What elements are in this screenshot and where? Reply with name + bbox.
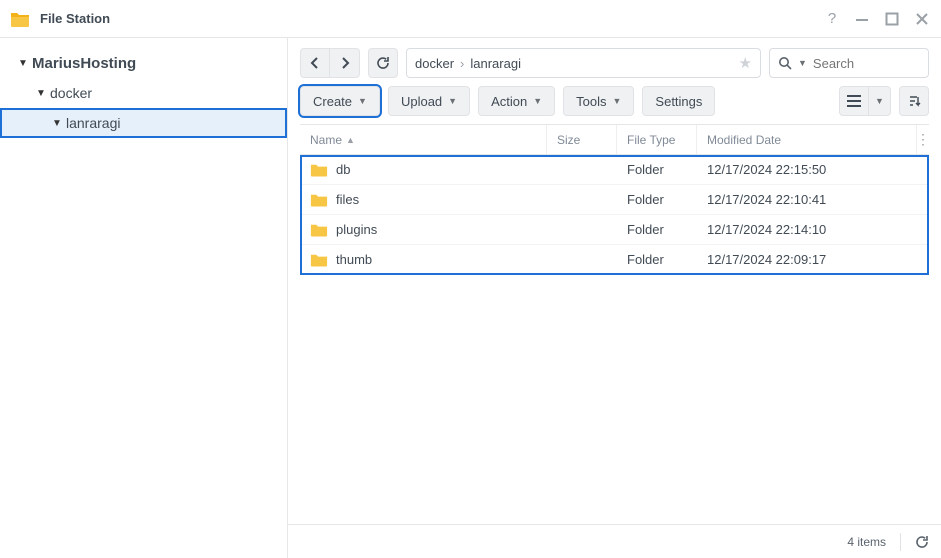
chevron-down-icon: ▼ bbox=[448, 96, 457, 106]
settings-button[interactable]: Settings bbox=[642, 86, 715, 116]
statusbar: 4 items bbox=[288, 524, 941, 558]
tree-label: lanraragi bbox=[66, 115, 120, 131]
app-title: File Station bbox=[40, 11, 823, 26]
column-menu-icon[interactable]: ⋮ bbox=[917, 131, 929, 148]
button-label: Upload bbox=[401, 94, 442, 109]
content: ▼ MariusHosting ▼ docker ▼ lanraragi doc… bbox=[0, 38, 941, 558]
tree-root-mariushosting[interactable]: ▼ MariusHosting bbox=[0, 48, 287, 78]
file-type: Folder bbox=[617, 162, 697, 177]
breadcrumb: docker › lanraragi ★ bbox=[406, 48, 761, 78]
action-button[interactable]: Action ▼ bbox=[478, 86, 555, 116]
column-label: Modified Date bbox=[707, 133, 781, 147]
table-row[interactable]: db Folder 12/17/2024 22:15:50 bbox=[300, 155, 929, 185]
chevron-down-icon[interactable]: ▼ bbox=[798, 58, 807, 68]
tree-label: docker bbox=[50, 85, 92, 101]
tree-item-docker[interactable]: ▼ docker bbox=[0, 78, 287, 108]
table-body: db Folder 12/17/2024 22:15:50 files Fold… bbox=[300, 155, 929, 275]
maximize-icon[interactable] bbox=[883, 10, 901, 28]
close-icon[interactable] bbox=[913, 10, 931, 28]
table-header: Name ▲ Size File Type Modified Date ⋮ bbox=[300, 125, 929, 155]
button-label: Settings bbox=[655, 94, 702, 109]
folder-icon bbox=[310, 163, 328, 177]
table-row[interactable]: thumb Folder 12/17/2024 22:09:17 bbox=[300, 245, 929, 275]
item-count: 4 items bbox=[847, 535, 886, 549]
column-name[interactable]: Name ▲ bbox=[300, 125, 547, 154]
chevron-down-icon: ▼ bbox=[358, 96, 367, 106]
chevron-down-icon: ▼ bbox=[613, 96, 622, 106]
file-modified: 12/17/2024 22:14:10 bbox=[697, 222, 917, 237]
file-name: thumb bbox=[336, 252, 372, 267]
main-panel: docker › lanraragi ★ ▼ Create ▼ Upload ▼ A… bbox=[288, 38, 941, 558]
column-label: Name bbox=[310, 133, 342, 147]
refresh-button[interactable] bbox=[368, 48, 398, 78]
help-icon[interactable]: ? bbox=[823, 10, 841, 28]
file-type: Folder bbox=[617, 252, 697, 267]
file-type: Folder bbox=[617, 192, 697, 207]
folder-icon bbox=[310, 223, 328, 237]
chevron-right-icon: › bbox=[460, 56, 464, 71]
refresh-icon[interactable] bbox=[915, 535, 929, 549]
chevron-down-icon: ▼ bbox=[36, 88, 46, 98]
list-view-button[interactable] bbox=[839, 86, 869, 116]
column-label: Size bbox=[557, 133, 580, 147]
sort-asc-icon: ▲ bbox=[346, 135, 355, 145]
search-icon bbox=[778, 56, 792, 70]
titlebar: File Station ? bbox=[0, 0, 941, 38]
breadcrumb-crumb[interactable]: lanraragi bbox=[470, 56, 521, 71]
minimize-icon[interactable] bbox=[853, 10, 871, 28]
favorite-star-icon[interactable]: ★ bbox=[739, 54, 752, 72]
chevron-down-icon: ▼ bbox=[52, 118, 62, 128]
sidebar-tree: ▼ MariusHosting ▼ docker ▼ lanraragi bbox=[0, 38, 288, 558]
app-folder-icon bbox=[10, 9, 30, 29]
window-controls: ? bbox=[823, 10, 931, 28]
column-size[interactable]: Size bbox=[547, 125, 617, 154]
folder-icon bbox=[310, 193, 328, 207]
button-label: Action bbox=[491, 94, 527, 109]
sort-button[interactable] bbox=[899, 86, 929, 116]
nav-toolbar: docker › lanraragi ★ ▼ bbox=[300, 48, 929, 78]
chevron-down-icon: ▼ bbox=[533, 96, 542, 106]
chevron-down-icon: ▼ bbox=[18, 58, 28, 68]
tree-label: MariusHosting bbox=[32, 55, 136, 72]
button-label: Create bbox=[313, 94, 352, 109]
breadcrumb-crumb[interactable]: docker bbox=[415, 56, 454, 71]
column-label: File Type bbox=[627, 133, 675, 147]
file-name: db bbox=[336, 162, 350, 177]
divider bbox=[900, 533, 901, 551]
action-toolbar: Create▼ Upload▼ Action▼ Tools▼ Settings … bbox=[300, 86, 929, 116]
search-input[interactable] bbox=[813, 56, 941, 71]
file-modified: 12/17/2024 22:15:50 bbox=[697, 162, 917, 177]
back-button[interactable] bbox=[300, 48, 330, 78]
button-label: Tools bbox=[576, 94, 606, 109]
forward-button[interactable] bbox=[330, 48, 360, 78]
folder-icon bbox=[310, 253, 328, 267]
view-mode-buttons: ▼ bbox=[839, 86, 891, 116]
nav-buttons bbox=[300, 48, 360, 78]
table-row[interactable]: files Folder 12/17/2024 22:10:41 bbox=[300, 185, 929, 215]
file-type: Folder bbox=[617, 222, 697, 237]
file-name: plugins bbox=[336, 222, 377, 237]
tools-button[interactable]: Tools ▼ bbox=[563, 86, 634, 116]
create-button[interactable]: Create ▼ bbox=[300, 86, 380, 116]
table-row[interactable]: plugins Folder 12/17/2024 22:14:10 bbox=[300, 215, 929, 245]
view-mode-dropdown[interactable]: ▼ bbox=[869, 86, 891, 116]
file-modified: 12/17/2024 22:10:41 bbox=[697, 192, 917, 207]
tree-item-lanraragi[interactable]: ▼ lanraragi bbox=[0, 108, 287, 138]
file-name: files bbox=[336, 192, 359, 207]
column-modified[interactable]: Modified Date bbox=[697, 125, 917, 154]
column-filetype[interactable]: File Type bbox=[617, 125, 697, 154]
upload-button[interactable]: Upload ▼ bbox=[388, 86, 470, 116]
chevron-down-icon: ▼ bbox=[875, 96, 884, 106]
file-modified: 12/17/2024 22:09:17 bbox=[697, 252, 917, 267]
search-box[interactable]: ▼ bbox=[769, 48, 929, 78]
file-table: Name ▲ Size File Type Modified Date ⋮ db … bbox=[300, 124, 929, 524]
